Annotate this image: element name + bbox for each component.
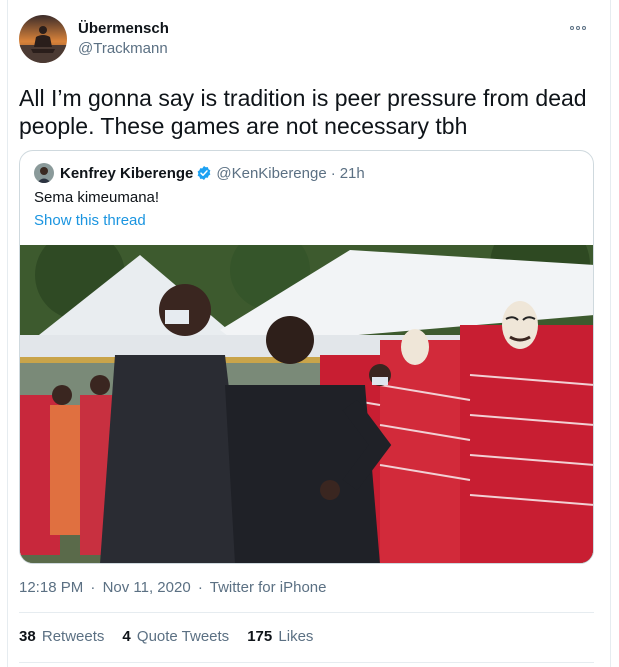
- divider: [19, 612, 594, 613]
- ellipsis-icon[interactable]: [567, 23, 589, 33]
- quoted-display-name[interactable]: Kenfrey Kiberenge: [60, 165, 193, 182]
- likes-stat[interactable]: 175 Likes: [247, 627, 313, 647]
- tweet-source-link[interactable]: Twitter for iPhone: [210, 579, 327, 596]
- tweet-text: All I’m gonna say is tradition is peer p…: [19, 85, 587, 139]
- author-names: Übermensch @Trackmann: [78, 20, 169, 58]
- quoted-time[interactable]: 21h: [340, 165, 365, 182]
- divider: [19, 662, 594, 663]
- separator-dot: ·: [197, 579, 203, 596]
- quote-tweets-stat[interactable]: 4 Quote Tweets: [122, 627, 229, 647]
- tweet-meta: 12:18 PM · Nov 11, 2020 · Twitter for iP…: [19, 578, 326, 598]
- tweet-header: Übermensch @Trackmann: [19, 13, 589, 63]
- separator-dot: ·: [330, 164, 336, 182]
- retweets-label: Retweets: [41, 628, 105, 645]
- retweets-stat[interactable]: 38 Retweets: [19, 627, 104, 647]
- quoted-text: Sema kimeumana!: [34, 189, 160, 206]
- quote-tweets-label: Quote Tweets: [136, 628, 230, 645]
- quoted-tweet[interactable]: Kenfrey Kiberenge @KenKiberenge · 21h Se…: [19, 150, 594, 564]
- avatar[interactable]: [19, 15, 67, 63]
- quoted-photo[interactable]: [20, 245, 593, 563]
- quoted-avatar[interactable]: [34, 163, 54, 183]
- tweet-date[interactable]: Nov 11, 2020: [103, 579, 191, 596]
- likes-count: 175: [247, 628, 273, 645]
- retweets-count: 38: [19, 628, 36, 645]
- likes-label: Likes: [278, 628, 314, 645]
- tweet-stats: 38 Retweets 4 Quote Tweets 175 Likes: [19, 627, 313, 647]
- tweet-time[interactable]: 12:18 PM: [19, 579, 83, 596]
- verified-badge-icon: [198, 166, 211, 180]
- separator-dot: ·: [90, 579, 96, 596]
- quoted-handle[interactable]: @KenKiberenge: [216, 165, 326, 182]
- quoted-tweet-header: Kenfrey Kiberenge @KenKiberenge · 21h: [34, 163, 365, 183]
- show-thread-link[interactable]: Show this thread: [34, 211, 146, 231]
- author-handle[interactable]: @Trackmann: [78, 39, 169, 58]
- quote-tweets-count: 4: [122, 628, 131, 645]
- author-display-name[interactable]: Übermensch: [78, 20, 169, 38]
